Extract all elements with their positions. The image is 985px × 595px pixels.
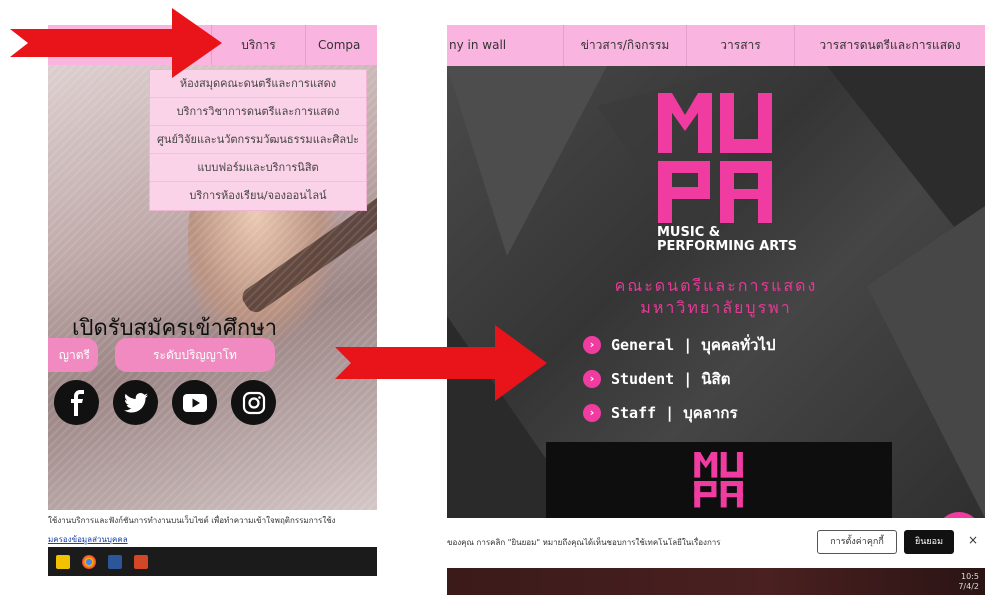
- right-cookie-banner: ของคุณ การคลิก "ยินยอม" หมายถึงคุณได้เห็…: [447, 518, 985, 568]
- cookie-settings-button[interactable]: การตั้งค่าคุกกี้: [817, 530, 897, 554]
- nav-item-wall[interactable]: ny in wall: [447, 25, 532, 66]
- cookie-text: ของคุณ การคลิก "ยินยอม" หมายถึงคุณได้เห็…: [447, 538, 721, 547]
- accept-cookies-button[interactable]: ยินยอม: [904, 530, 954, 554]
- red-arrow-middle: [335, 325, 547, 401]
- audience-menu: › General | บุคคลทั่วไป › Student | นิสิ…: [583, 328, 775, 430]
- intro-video[interactable]: [546, 442, 892, 518]
- mupa-logo-small: [694, 452, 743, 508]
- chevron-right-icon: ›: [583, 336, 601, 354]
- windows-taskbar: [48, 547, 377, 576]
- twitter-icon[interactable]: [113, 380, 158, 425]
- landing-panel: MUSIC & PERFORMING ARTS คณะดนตรีและการแส…: [447, 66, 985, 518]
- nav-item-music-journal[interactable]: วารสารดนตรีและการแสดง: [795, 25, 985, 66]
- nav-item-news[interactable]: ข่าวสาร/กิจกรรม: [563, 25, 687, 66]
- red-arrow-top: [10, 8, 222, 78]
- menu-staff[interactable]: › Staff | บุคลากร: [583, 396, 775, 430]
- right-nav-bar: ny in wall ข่าวสาร/กิจกรรม วารสาร วารสาร…: [447, 25, 985, 66]
- bachelor-button[interactable]: ญาตรี: [48, 338, 98, 372]
- nav-item-journal[interactable]: วารสาร: [687, 25, 795, 66]
- service-dropdown-menu: ห้องสมุดคณะดนตรีและการแสดง บริการวิชาการ…: [149, 69, 367, 211]
- dropdown-item-forms[interactable]: แบบฟอร์มและบริการนิสิต: [150, 154, 366, 182]
- dropdown-item-academic-service[interactable]: บริการวิชาการดนตรีและการแสดง: [150, 98, 366, 126]
- logo-subtitle: MUSIC & PERFORMING ARTS: [657, 225, 797, 254]
- chevron-right-icon: ›: [583, 370, 601, 388]
- youtube-icon[interactable]: [172, 380, 217, 425]
- dropdown-item-research-center[interactable]: ศูนย์วิจัยและนวัตกรรมวัฒนธรรมและศิลปะ: [150, 126, 366, 154]
- dropdown-item-room-booking[interactable]: บริการห้องเรียน/จองออนไลน์: [150, 182, 366, 210]
- chevron-right-icon: ›: [583, 404, 601, 422]
- menu-student[interactable]: › Student | นิสิต: [583, 362, 775, 396]
- privacy-policy-link[interactable]: มครองข้อมูลส่วนบุคคล: [48, 533, 377, 546]
- facebook-icon[interactable]: [54, 380, 99, 425]
- menu-general[interactable]: › General | บุคคลทั่วไป: [583, 328, 775, 362]
- cookie-text: ใช้งานบริการและฟังก์ชันการทำงานบนเว็บไซต…: [48, 516, 336, 525]
- powerpoint-icon[interactable]: [134, 554, 148, 569]
- taskbar-strip: 10:5 7/4/2: [447, 568, 985, 595]
- instagram-icon[interactable]: [231, 380, 276, 425]
- word-icon[interactable]: [108, 554, 122, 569]
- store-icon[interactable]: [56, 554, 70, 569]
- system-clock: 10:5 7/4/2: [958, 572, 979, 591]
- left-screenshot: บริการ Compa ห้องสมุดคณะดนตรีและการแสดง …: [48, 25, 377, 576]
- master-degree-button[interactable]: ระดับปริญญาโท: [115, 338, 275, 372]
- nav-company[interactable]: Compa: [318, 25, 377, 65]
- left-cookie-banner: ใช้งานบริการและฟังก์ชันการทำงานบนเว็บไซต…: [48, 510, 377, 550]
- right-screenshot: ny in wall ข่าวสาร/กิจกรรม วารสาร วารสาร…: [447, 25, 985, 595]
- social-icons: [54, 380, 276, 425]
- chrome-icon[interactable]: [82, 554, 96, 569]
- mupa-logo: [658, 93, 772, 223]
- university-name-th: มหาวิทยาลัยบูรพา: [640, 298, 792, 317]
- close-icon[interactable]: ×: [968, 533, 978, 547]
